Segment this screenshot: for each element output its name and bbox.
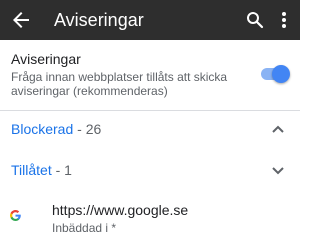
allowed-section-label: Tillåtet - 1 — [11, 162, 72, 179]
blocked-section-label: Blockerad - 26 — [11, 121, 101, 138]
page-title: Aviseringar — [54, 10, 144, 30]
chevron-up-icon[interactable] — [268, 119, 288, 139]
back-button[interactable] — [9, 8, 33, 32]
search-icon — [247, 12, 264, 29]
notifications-switch[interactable] — [261, 65, 290, 83]
toggle-summary: Fråga innan webbplatser tillåts att skic… — [11, 70, 228, 98]
allowed-label: Tillåtet — [11, 162, 52, 178]
top-app-bar: Aviseringar — [0, 0, 300, 40]
allowed-count: - 1 — [51, 162, 72, 178]
chevron-down-icon[interactable] — [268, 160, 288, 180]
site-settings-notifications-screen: Aviseringar Aviseringar Fråga innan webb… — [0, 0, 300, 244]
site-embedded-in: Inbäddad i * — [52, 221, 117, 235]
blocked-section-header[interactable]: Blockerad - 26 — [0, 111, 300, 147]
site-list-item[interactable]: https://www.google.se Inbäddad i * — [0, 194, 300, 244]
google-favicon-icon — [10, 208, 21, 221]
blocked-label: Blockerad — [11, 121, 74, 137]
more-vertical-icon — [282, 12, 286, 28]
arrow-back-icon — [13, 12, 29, 28]
more-options-button[interactable] — [274, 8, 294, 32]
search-button[interactable] — [243, 8, 267, 32]
site-url: https://www.google.se — [52, 202, 189, 218]
blocked-count: - 26 — [73, 121, 102, 137]
toggle-title: Aviseringar — [11, 51, 81, 67]
switch-thumb — [272, 65, 290, 83]
allowed-section-header[interactable]: Tillåtet - 1 — [0, 152, 300, 188]
notifications-toggle-row[interactable]: Aviseringar Fråga innan webbplatser till… — [0, 40, 300, 110]
